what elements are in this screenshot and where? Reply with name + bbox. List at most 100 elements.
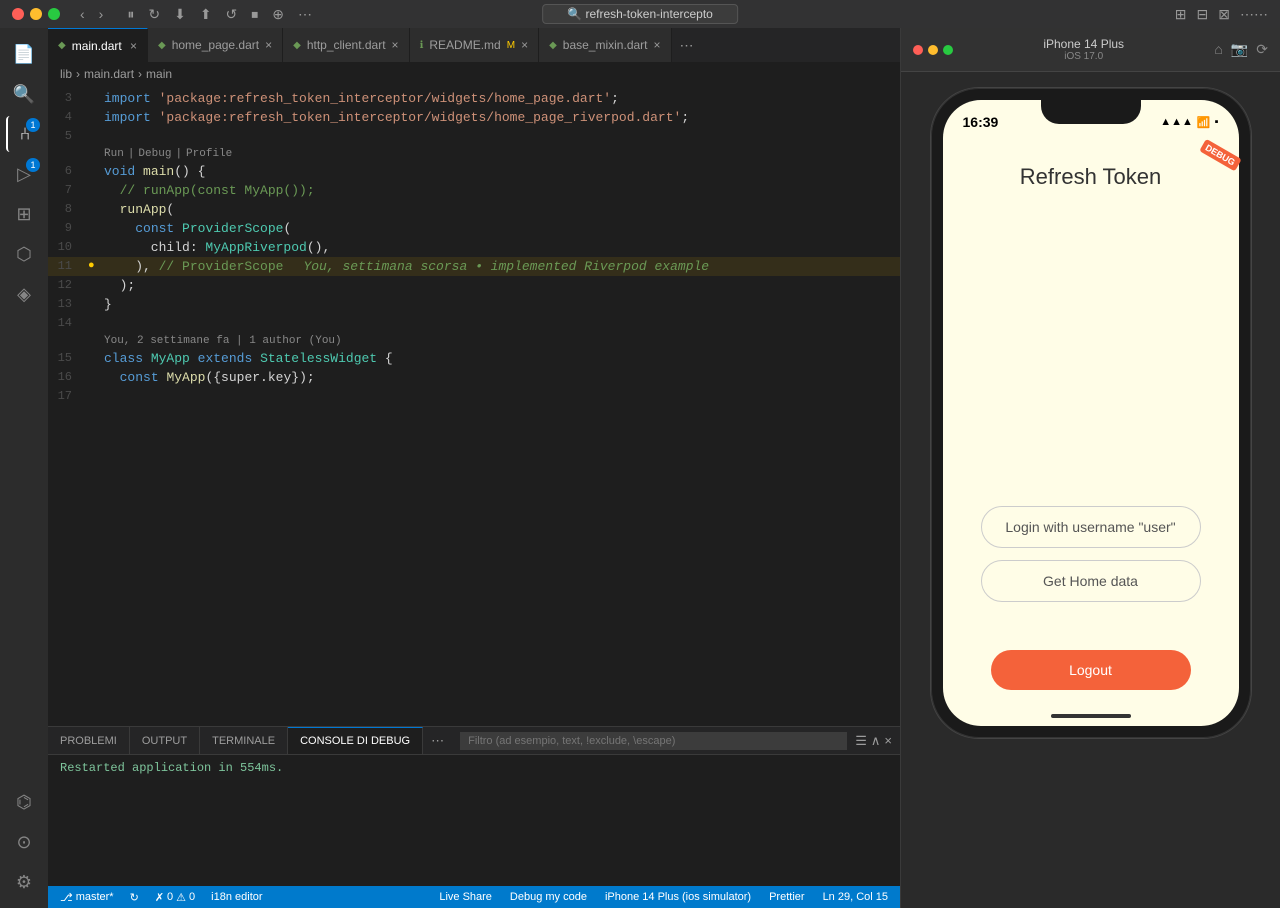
tab-problems[interactable]: PROBLEMI xyxy=(48,727,130,754)
sidebar-item-testing[interactable]: ⬡ xyxy=(6,236,42,272)
more-button[interactable]: ⋯ xyxy=(294,6,316,23)
line-num-7: 7 xyxy=(48,181,88,200)
code-line-9: 9 const ProviderScope( xyxy=(48,219,900,238)
sidebar-item-source-control[interactable]: ⑃ 1 xyxy=(6,116,42,152)
run-action[interactable]: Run xyxy=(104,146,124,162)
tab-output[interactable]: OUTPUT xyxy=(130,727,200,754)
profile-action[interactable]: Profile xyxy=(186,146,232,162)
panel-more-button[interactable]: ⋯ xyxy=(423,733,452,749)
title-bar: ‹ › ⏸ ↻ ⬇ ⬆ ↺ ⏹ ⊕ ⋯ 🔍 refresh-token-inte… xyxy=(0,0,1280,28)
close-panel-icon[interactable]: × xyxy=(884,733,892,749)
debug-action[interactable]: Debug xyxy=(138,146,171,162)
tab-readme-md[interactable]: ℹ README.md M × xyxy=(410,28,540,62)
tab-home-page-dart[interactable]: ◆ home_page.dart × xyxy=(148,28,283,62)
split-icon[interactable]: ⊟ xyxy=(1197,6,1209,23)
sidebar-item-files[interactable]: 📄 xyxy=(6,36,42,72)
more-icon[interactable]: ⋯⋯ xyxy=(1240,6,1268,23)
prettier-item[interactable]: Prettier xyxy=(765,886,808,908)
code-line-4: 4 import 'package:refresh_token_intercep… xyxy=(48,108,900,127)
code-line-8: 8 runApp( xyxy=(48,200,900,219)
code-line-13: 13 } xyxy=(48,295,900,314)
breadcrumb-lib[interactable]: lib xyxy=(60,67,72,81)
device-os: iOS 17.0 xyxy=(961,51,1206,62)
preview-traffic-lights xyxy=(913,45,953,55)
preview-tl-1 xyxy=(913,45,923,55)
home-icon[interactable]: ⌂ xyxy=(1214,41,1222,58)
phone-logout-button[interactable]: Logout xyxy=(991,650,1191,690)
preview-icons: ⌂ 📷 ⟳ xyxy=(1214,41,1268,58)
tab-main-dart[interactable]: ◆ main.dart × xyxy=(48,28,148,62)
tab-close-main[interactable]: × xyxy=(130,39,137,53)
layout-icon[interactable]: ⊞ xyxy=(1175,6,1187,23)
tab-debug-console[interactable]: CONSOLE DI DEBUG xyxy=(288,727,423,754)
stop-button[interactable]: ⏹ xyxy=(247,6,262,23)
nav-forward-button[interactable]: › xyxy=(95,6,108,22)
line-num-16: 16 xyxy=(48,368,88,387)
step-into-button[interactable]: ⬇ xyxy=(170,6,190,23)
breadcrumb-sep1: › xyxy=(76,67,80,81)
preview-panel: iPhone 14 Plus iOS 17.0 ⌂ 📷 ⟳ DEBUG 16:3… xyxy=(900,28,1280,908)
minimize-button[interactable] xyxy=(30,8,42,20)
sidebar-item-accounts[interactable]: ⊙ xyxy=(6,824,42,860)
status-left: ⎇ master* ↻ ✗ 0 ⚠ 0 i18n editor xyxy=(56,886,267,908)
nav-back-button[interactable]: ‹ xyxy=(76,6,89,22)
phone-home-data-button[interactable]: Get Home data xyxy=(981,560,1201,602)
code-editor[interactable]: 3 import 'package:refresh_token_intercep… xyxy=(48,85,900,726)
zoom-button[interactable]: ⊕ xyxy=(268,6,288,23)
code-line-15: 15 class MyApp extends StatelessWidget { xyxy=(48,349,900,368)
phone-time: 16:39 xyxy=(963,114,999,130)
sidebar-item-search[interactable]: 🔍 xyxy=(6,76,42,112)
sync-item[interactable]: ↻ xyxy=(126,886,143,908)
sidebar-item-run[interactable]: ▷ 1 xyxy=(6,156,42,192)
dart-file-icon-2: ◆ xyxy=(158,40,166,51)
filter-list-icon[interactable]: ☰ xyxy=(855,733,867,749)
simulator-item[interactable]: iPhone 14 Plus (ios simulator) xyxy=(601,886,755,908)
accounts-icon: ⊙ xyxy=(16,832,31,853)
errors-item[interactable]: ✗ 0 ⚠ 0 xyxy=(151,886,199,908)
title-search[interactable]: 🔍 refresh-token-intercepto xyxy=(542,4,738,24)
live-share-item[interactable]: Live Share xyxy=(435,886,496,908)
code-line-7: 7 // runApp(const MyApp()); xyxy=(48,181,900,200)
chevron-up-icon[interactable]: ∧ xyxy=(871,733,881,749)
device-name: iPhone 14 Plus xyxy=(961,37,1206,51)
line-col-item[interactable]: Ln 29, Col 15 xyxy=(819,886,892,908)
rotate-icon[interactable]: ⟳ xyxy=(1256,41,1268,58)
debug-item[interactable]: Debug my code xyxy=(506,886,591,908)
pause-button[interactable]: ⏸ xyxy=(123,6,138,23)
line-content-6: void main() { xyxy=(104,162,205,181)
step-out-button[interactable]: ⬆ xyxy=(196,6,216,23)
breadcrumb-file[interactable]: main.dart xyxy=(84,67,134,81)
tab-base-mixin-dart[interactable]: ◆ base_mixin.dart × xyxy=(539,28,671,62)
panel-filter-input[interactable] xyxy=(460,732,847,750)
tab-close-http[interactable]: × xyxy=(392,38,399,52)
tab-label: base_mixin.dart xyxy=(563,38,648,52)
tab-close-base[interactable]: × xyxy=(654,38,661,52)
tab-close-home[interactable]: × xyxy=(265,38,272,52)
tab-terminal[interactable]: TERMINALE xyxy=(200,727,288,754)
branch-item[interactable]: ⎇ master* xyxy=(56,886,118,908)
maximize-button[interactable] xyxy=(48,8,60,20)
tabs-navigation[interactable]: ⋯ xyxy=(672,28,702,62)
nav-buttons: ‹ › xyxy=(76,6,107,22)
step-over-button[interactable]: ↻ xyxy=(144,6,164,23)
sidebar-item-docker[interactable]: ◈ xyxy=(6,276,42,312)
editor-area: ◆ main.dart × ◆ home_page.dart × ◆ http_… xyxy=(48,28,900,908)
sidebar-item-remote[interactable]: ⌬ xyxy=(6,784,42,820)
close-button[interactable] xyxy=(12,8,24,20)
sidebar-item-extensions[interactable]: ⊞ xyxy=(6,196,42,232)
line-num-11: 11 xyxy=(48,257,88,276)
phone-login-button[interactable]: Login with username "user" xyxy=(981,506,1201,548)
grid-icon[interactable]: ⊠ xyxy=(1218,6,1230,23)
screenshot-icon[interactable]: 📷 xyxy=(1231,41,1248,58)
i18n-item[interactable]: i18n editor xyxy=(207,886,266,908)
error-icon: ✗ xyxy=(155,891,164,904)
code-line-16: 16 const MyApp({super.key}); xyxy=(48,368,900,387)
line-content-7: // runApp(const MyApp()); xyxy=(104,181,315,200)
code-line-11: 11 ● ), // ProviderScopeYou, settimana s… xyxy=(48,257,900,276)
sidebar-item-settings[interactable]: ⚙ xyxy=(6,864,42,900)
breadcrumb-symbol[interactable]: main xyxy=(146,67,172,81)
tab-http-client-dart[interactable]: ◆ http_client.dart × xyxy=(283,28,409,62)
code-line-10: 10 child: MyAppRiverpod(), xyxy=(48,238,900,257)
restart-button[interactable]: ↺ xyxy=(222,6,242,23)
tab-close-readme[interactable]: × xyxy=(521,38,528,52)
